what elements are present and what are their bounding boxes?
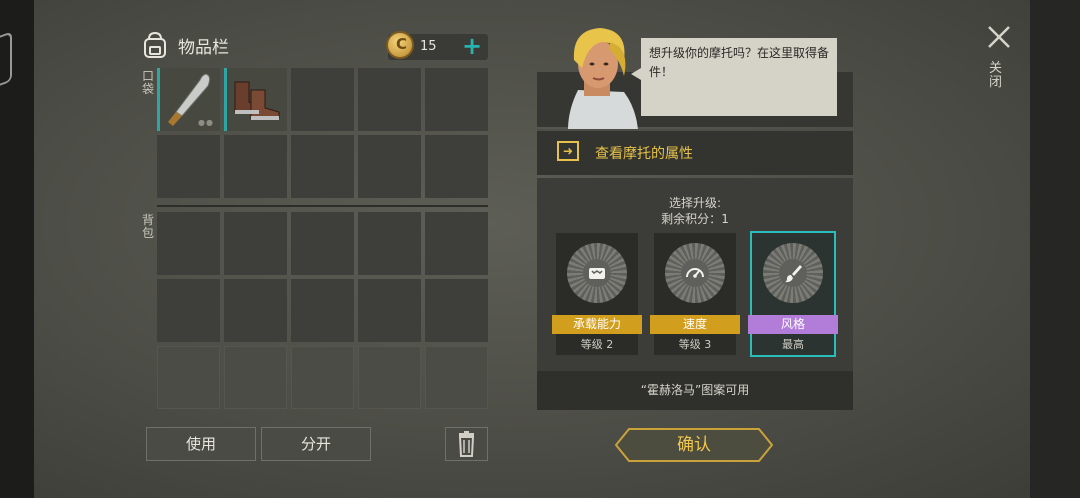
card-badge (567, 243, 627, 303)
backpack-slot[interactable] (358, 212, 421, 275)
pocket-slot-boots[interactable] (224, 68, 287, 131)
backpack-slot-locked (425, 346, 488, 409)
add-coins-button[interactable]: + (462, 34, 482, 58)
card-badge (665, 243, 725, 303)
boots-icon (234, 81, 280, 120)
upgrade-card-cargo[interactable]: 承载能力 等级 2 (552, 233, 642, 355)
backpack-grid (157, 212, 488, 409)
backpack-slot[interactable] (425, 279, 488, 342)
confirm-label: 确认 (677, 435, 711, 455)
backpack-slot[interactable] (224, 212, 287, 275)
view-attributes-label: 查看摩托的属性 (595, 146, 693, 162)
card-label: 风格 (748, 315, 838, 334)
use-button[interactable]: 使用 (146, 427, 256, 461)
npc-speech-bubble: 想升级你的摩托吗？在这里取得备件！ (631, 38, 837, 116)
backpack-slot-locked (224, 346, 287, 409)
backpack-slot-locked (157, 346, 220, 409)
card-label: 速度 (650, 315, 740, 334)
right-edge (1030, 0, 1080, 498)
card-badge (763, 243, 823, 303)
upgrade-card-speed[interactable]: 速度 等级 3 (650, 233, 740, 355)
pattern-available-note: “霍赫洛马”图案可用 (537, 371, 853, 410)
upgrade-card-style[interactable]: 风格 最高 (748, 231, 838, 357)
backpack-slot[interactable] (157, 212, 220, 275)
pocket-slot[interactable] (157, 135, 220, 198)
backpack-slot[interactable] (358, 279, 421, 342)
points-label: 剩余积分： (661, 212, 722, 226)
backpack-slot-locked (291, 346, 354, 409)
paint-brush-icon (785, 265, 802, 283)
back-hex-icon[interactable] (0, 31, 12, 91)
card-level: 等级 3 (678, 338, 712, 351)
npc-portrait (568, 28, 638, 130)
remaining-points: 剩余积分：1 (537, 210, 853, 227)
view-attributes-row[interactable]: ➜ 查看摩托的属性 (537, 129, 853, 175)
backpack-slot-locked (358, 346, 421, 409)
pocket-slot[interactable] (358, 135, 421, 198)
card-level: 最高 (782, 338, 804, 351)
card-label: 承载能力 (552, 315, 642, 334)
pocket-slot[interactable] (224, 135, 287, 198)
speedometer-icon (686, 268, 704, 278)
pocket-slot[interactable] (358, 68, 421, 131)
pocket-slot[interactable] (291, 68, 354, 131)
backpack-slot[interactable] (291, 279, 354, 342)
backpack-slot[interactable] (157, 279, 220, 342)
pocket-grid: ●● (157, 68, 488, 198)
points-value: 1 (721, 212, 729, 226)
section-divider (157, 205, 488, 207)
inventory-header: 物品栏 (140, 30, 229, 60)
pocket-slot[interactable] (425, 68, 488, 131)
close-icon[interactable] (986, 24, 1012, 50)
delete-button[interactable] (445, 427, 488, 461)
backpack-slot[interactable] (291, 212, 354, 275)
backpack-slot[interactable] (224, 279, 287, 342)
coin-count: 15 (420, 39, 437, 54)
split-button[interactable]: 分开 (261, 427, 371, 461)
pocket-slot[interactable] (291, 135, 354, 198)
inventory-title: 物品栏 (178, 37, 229, 58)
arrow-right-icon: ➜ (557, 141, 579, 161)
pocket-slot-machete[interactable]: ●● (157, 68, 220, 131)
pocket-label: 口袋 (142, 69, 155, 96)
left-edge (0, 0, 34, 498)
close-label[interactable]: 关闭 (989, 62, 1003, 90)
trash-icon (458, 431, 475, 457)
upgrade-title: 选择升级: (668, 196, 722, 210)
backpack-label: 背包 (142, 213, 155, 240)
card-level: 等级 2 (580, 338, 614, 351)
backpack-icon (144, 31, 166, 58)
pocket-slot[interactable] (425, 135, 488, 198)
cargo-icon (589, 268, 605, 279)
coin-icon: C (386, 31, 414, 59)
confirm-button[interactable]: 确认 (615, 428, 773, 462)
backpack-slot[interactable] (425, 212, 488, 275)
coin-counter: C 15 + (386, 31, 488, 60)
